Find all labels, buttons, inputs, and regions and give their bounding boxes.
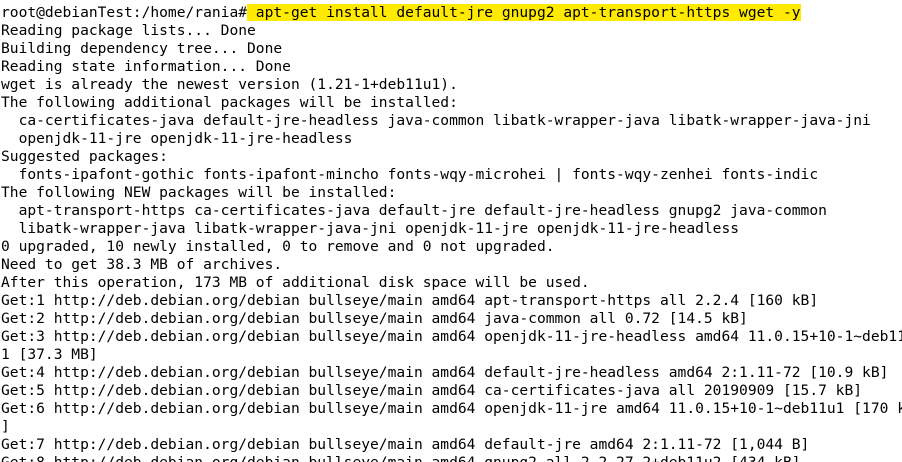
output-line: After this operation, 173 MB of addition… — [1, 274, 590, 291]
output-line: ] — [1, 418, 10, 435]
output-line: Need to get 38.3 MB of archives. — [1, 256, 283, 273]
shell-prompt: root@debianTest:/home/rania# — [1, 4, 248, 21]
output-line: Get:6 http://deb.debian.org/debian bulls… — [1, 400, 902, 417]
highlighted-command: apt-get install default-jre gnupg2 apt-t… — [247, 4, 801, 21]
output-line: apt-transport-https ca-certificates-java… — [1, 202, 827, 219]
output-line: openjdk-11-jre openjdk-11-jre-headless — [1, 130, 353, 147]
output-line: Get:2 http://deb.debian.org/debian bulls… — [1, 310, 748, 327]
command-line: root@debianTest:/home/rania# apt-get ins… — [0, 4, 902, 22]
output-line: Get:3 http://deb.debian.org/debian bulls… — [1, 328, 902, 345]
output-line: Get:8 http://deb.debian.org/debian bulls… — [0, 454, 902, 462]
output-line: The following additional packages will b… — [1, 94, 458, 111]
output-line: libatk-wrapper-java libatk-wrapper-java-… — [1, 220, 740, 237]
output-line: 1 [37.3 MB] — [1, 346, 98, 363]
output-line: Get:4 http://deb.debian.org/debian bulls… — [1, 364, 889, 381]
output-line: fonts-ipafont-gothic fonts-ipafont-minch… — [1, 166, 819, 183]
output-line: The following NEW packages will be insta… — [1, 184, 397, 201]
output-line: Reading state information... Done — [1, 58, 291, 75]
output-line: Suggested packages: — [1, 148, 168, 165]
output-line: Get:1 http://deb.debian.org/debian bulls… — [1, 292, 819, 309]
output-line: ca-certificates-java default-jre-headles… — [1, 112, 871, 129]
output-line: 0 upgraded, 10 newly installed, 0 to rem… — [1, 238, 555, 255]
output-line: Reading package lists... Done — [1, 22, 256, 39]
output-line: Building dependency tree... Done — [1, 40, 283, 57]
output-line: Get:5 http://deb.debian.org/debian bulls… — [1, 382, 863, 399]
output-line: wget is already the newest version (1.21… — [1, 76, 458, 93]
output-line: Get:7 http://deb.debian.org/debian bulls… — [1, 436, 810, 453]
terminal-window[interactable]: root@debianTest:/home/rania# apt-get ins… — [0, 0, 902, 462]
